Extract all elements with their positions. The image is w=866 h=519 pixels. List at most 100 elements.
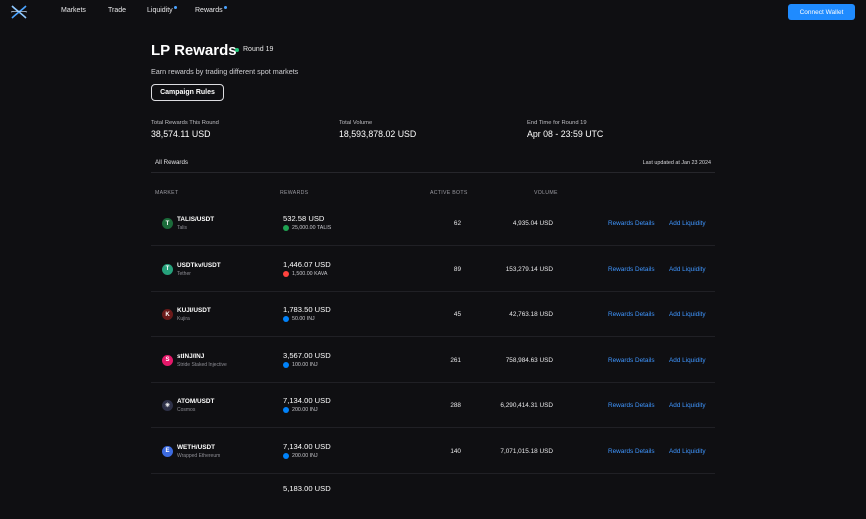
last-updated: Last updated at Jan 23 2024 (642, 160, 711, 166)
reward-token-icon (283, 452, 289, 459)
add-liquidity-link[interactable]: Add Liquidity (669, 220, 706, 227)
volume: 153,279.14 USD (505, 265, 553, 273)
rewards-details-link[interactable]: Rewards Details (608, 266, 655, 273)
add-liquidity-link[interactable]: Add Liquidity (669, 357, 706, 364)
market-name: Kujira (177, 316, 190, 322)
table-row: S stINJ/INJ Stride Staked Injective 3,56… (151, 338, 715, 383)
injective-logo-icon[interactable] (10, 4, 28, 20)
rewards-details-link[interactable]: Rewards Details (608, 357, 655, 364)
rewards-details-link[interactable]: Rewards Details (608, 402, 655, 409)
column-header-market: MARKET (155, 190, 179, 196)
table-row: T TALIS/USDT Talis 532.58 USD 25,000.00 … (151, 201, 715, 246)
market-token-icon: T (162, 263, 173, 275)
active-bots: 288 (450, 402, 461, 409)
rewards-usd: 7,134.00 USD (283, 396, 331, 405)
nav-item-liquidity[interactable]: Liquidity (147, 6, 177, 14)
rewards-details-link[interactable]: Rewards Details (608, 448, 655, 455)
page-subtitle: Earn rewards by trading different spot m… (151, 67, 299, 76)
market-pair: USDTkv/USDT (177, 261, 221, 269)
reward-token-amount: 25,000.00 TALIS (292, 225, 332, 231)
market-pair: ATOM/USDT (177, 398, 215, 405)
reward-token-amount: 100.00 INJ (292, 361, 318, 368)
nav-item-markets[interactable]: Markets (61, 7, 86, 14)
volume: 6,290,414.31 USD (500, 402, 553, 409)
rewards-token: 200.00 INJ (283, 452, 318, 459)
reward-token-amount: 200.00 INJ (292, 452, 318, 459)
stat-label-total-rewards: Total Rewards This Round (151, 120, 219, 126)
column-header-active-bots: ACTIVE BOTS (430, 190, 468, 196)
market-name: Talis (177, 225, 188, 231)
rewards-token: 25,000.00 TALIS (283, 225, 331, 231)
add-liquidity-link[interactable]: Add Liquidity (669, 448, 706, 455)
round-label: Round 19 (243, 46, 274, 53)
campaign-rules-button[interactable]: Campaign Rules (151, 84, 224, 101)
market-token-icon: K (162, 309, 173, 320)
connect-wallet-button[interactable]: Connect Wallet (788, 4, 855, 20)
reward-token-icon (283, 361, 289, 368)
rewards-token: 50.00 INJ (283, 316, 315, 322)
page-title: LP Rewards (151, 42, 237, 59)
active-bots: 89 (453, 265, 461, 273)
new-indicator-icon (223, 6, 227, 9)
market-token-icon: T (162, 218, 173, 229)
new-indicator-icon (173, 6, 177, 9)
stat-value-total-volume: 18,593,878.02 USD (339, 129, 417, 139)
table-row: ✳ ATOM/USDT Cosmos 7,134.00 USD 200.00 I… (151, 383, 715, 428)
table-row: T USDTkv/USDT Tether 1,446.07 USD 1,500.… (151, 247, 715, 292)
rewards-usd: 3,567.00 USD (283, 350, 331, 360)
reward-token-icon (283, 225, 289, 231)
live-dot-icon (235, 47, 239, 52)
market-name: Stride Staked Injective (177, 361, 227, 368)
nav-item-label: Markets (61, 7, 86, 14)
column-header-rewards: REWARDS (280, 190, 309, 196)
market-token-icon: E (162, 445, 173, 457)
rewards-usd: 1,783.50 USD (283, 305, 331, 314)
active-bots: 45 (453, 311, 461, 318)
rewards-usd: 1,446.07 USD (283, 259, 331, 269)
market-token-icon: ✳ (162, 400, 173, 411)
market-pair: TALIS/USDT (177, 216, 215, 223)
column-header-volume: VOLUME (534, 190, 558, 196)
table-row: E WETH/USDT Wrapped Ethereum 7,134.00 US… (151, 429, 715, 474)
table-row: K KUJI/USDT Kujira 1,783.50 USD 50.00 IN… (151, 292, 715, 337)
rewards-usd: 7,134.00 USD (283, 441, 331, 451)
rewards-usd: 532.58 USD (283, 214, 325, 223)
market-name: Wrapped Ethereum (177, 452, 221, 459)
market-token-icon: S (162, 354, 173, 366)
stat-label-total-volume: Total Volume (339, 120, 373, 126)
reward-token-amount: 1,500.00 KAVA (292, 270, 328, 277)
volume: 4,935.04 USD (512, 220, 553, 227)
market-pair: WETH/USDT (177, 443, 215, 451)
rewards-token: 100.00 INJ (283, 361, 318, 368)
add-liquidity-link[interactable]: Add Liquidity (669, 402, 706, 409)
nav-item-label: Liquidity (147, 7, 173, 14)
rewards-details-link[interactable]: Rewards Details (608, 311, 655, 318)
reward-token-amount: 200.00 INJ (292, 407, 318, 413)
add-liquidity-link[interactable]: Add Liquidity (669, 311, 706, 318)
nav-item-label: Rewards (195, 7, 223, 14)
market-name: Tether (177, 270, 191, 277)
round-badge: Round 19 (235, 46, 273, 53)
stat-label-end-time: End Time for Round 19 (527, 120, 587, 126)
nav-item-trade[interactable]: Trade (108, 7, 126, 14)
nav-item-label: Trade (108, 7, 127, 14)
reward-token-icon (283, 270, 289, 277)
market-pair: stINJ/INJ (177, 352, 205, 360)
rewards-details-link[interactable]: Rewards Details (608, 220, 655, 227)
reward-token-icon (283, 407, 289, 413)
volume: 7,071,015.18 USD (500, 447, 553, 455)
reward-token-icon (283, 316, 289, 322)
reward-token-amount: 50.00 INJ (292, 316, 315, 322)
stat-value-end-time: Apr 08 - 23:59 UTC (527, 129, 604, 139)
stat-value-total-rewards: 38,574.11 USD (151, 129, 211, 139)
nav-item-rewards[interactable]: Rewards (195, 6, 227, 14)
active-bots: 261 (450, 356, 461, 364)
market-pair: KUJI/USDT (177, 307, 211, 314)
table-row: 5,183.00 USD (151, 474, 715, 519)
rewards-token: 200.00 INJ (283, 407, 318, 413)
volume: 42,763.18 USD (509, 311, 553, 318)
active-bots: 62 (453, 220, 461, 227)
add-liquidity-link[interactable]: Add Liquidity (669, 266, 706, 273)
tab-all-rewards[interactable]: All Rewards (155, 159, 188, 166)
divider (151, 172, 715, 173)
